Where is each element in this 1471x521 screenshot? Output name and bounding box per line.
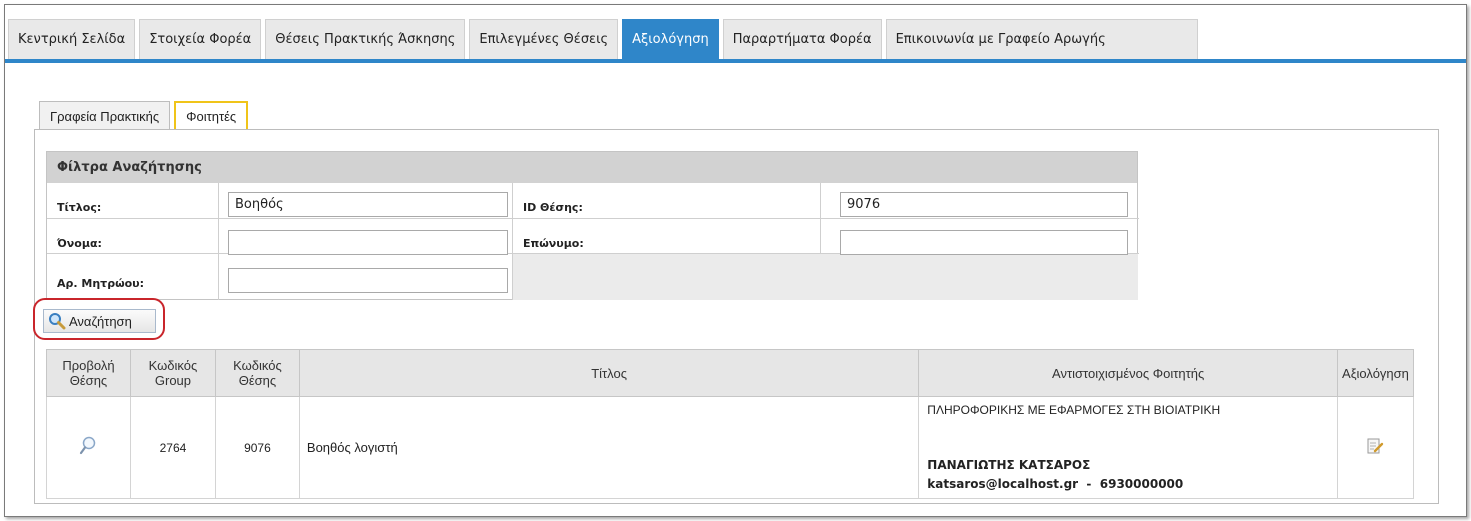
tab-organization-branches[interactable]: Παραρτήματα Φορέα: [722, 19, 882, 59]
registry-number-input[interactable]: [228, 268, 508, 293]
filter-empty-cell: [513, 254, 1138, 300]
tab-internship-positions[interactable]: Θέσεις Πρακτικής Άσκησης: [265, 19, 466, 59]
registry-number-label: Αρ. Μητρώου:: [57, 277, 145, 290]
evaluation-cell: [1336, 396, 1415, 499]
evaluate-form-icon[interactable]: [1366, 437, 1384, 455]
filter-row-divider: [47, 218, 1139, 219]
col-view-position: Προβολή Θέσης: [46, 349, 131, 397]
col-evaluation: Αξιολόγηση: [1336, 349, 1415, 397]
evaluation-subtabs: Γραφεία Πρακτικής Φοιτητές: [39, 101, 252, 131]
filter-col-divider: [820, 183, 821, 253]
magnifier-icon: [49, 313, 66, 330]
filter-col-divider: [218, 183, 219, 300]
table-row: 2764 9076 Βοηθός λογιστή ΠΛΗΡΟΦΟΡΙΚΗΣ ΜΕ…: [46, 396, 1415, 499]
search-button-label: Αναζήτηση: [69, 313, 132, 329]
subtab-students[interactable]: Φοιτητές: [174, 101, 249, 131]
col-group-code: Κωδικός Group: [129, 349, 216, 397]
student-name: ΠΑΝΑΓΙΩΤΗΣ ΚΑΤΣΑΡΟΣ: [927, 458, 1091, 472]
col-position-code: Κωδικός Θέσης: [214, 349, 300, 397]
position-id-input[interactable]: [840, 192, 1128, 217]
filters-header: Φίλτρα Αναζήτησης: [47, 152, 1137, 183]
main-nav: Κεντρική Σελίδα Στοιχεία Φορέα Θέσεις Πρ…: [8, 19, 1202, 59]
tab-home[interactable]: Κεντρική Σελίδα: [8, 19, 136, 59]
position-id-label: ID Θέσης:: [523, 201, 583, 214]
last-name-input[interactable]: [840, 230, 1128, 255]
view-position-cell: [46, 396, 131, 499]
group-code-cell: 2764: [129, 396, 216, 499]
subtab-internship-offices[interactable]: Γραφεία Πρακτικής: [39, 101, 171, 130]
first-name-input[interactable]: [228, 230, 508, 255]
tab-helpdesk-contact[interactable]: Επικοινωνία με Γραφείο Αρωγής: [885, 19, 1198, 59]
student-department: ΠΛΗΡΟΦΟΡΙΚΗΣ ΜΕ ΕΦΑΡΜΟΓΕΣ ΣΤΗ ΒΙΟΙΑΤΡΙΚΗ: [927, 403, 1221, 417]
position-code-cell: 9076: [214, 396, 300, 499]
title-label: Τίτλος:: [57, 201, 102, 214]
matched-student-cell: ΠΛΗΡΟΦΟΡΙΚΗΣ ΜΕ ΕΦΑΡΜΟΓΕΣ ΣΤΗ ΒΙΟΙΑΤΡΙΚΗ…: [918, 396, 1338, 499]
search-button[interactable]: Αναζήτηση: [43, 309, 156, 333]
title-input[interactable]: [228, 192, 508, 217]
search-filters: Φίλτρα Αναζήτησης Τίτλος: ID Θέσης: Όνομ…: [46, 151, 1139, 300]
first-name-label: Όνομα:: [57, 237, 102, 250]
table-header-row: Προβολή Θέσης Κωδικός Group Κωδικός Θέση…: [46, 349, 1415, 397]
last-name-label: Επώνυμο:: [523, 237, 584, 250]
tab-selected-positions[interactable]: Επιλεγμένες Θέσεις: [469, 19, 619, 59]
col-title: Τίτλος: [298, 349, 920, 397]
nav-underline: [5, 59, 1466, 63]
tab-evaluation[interactable]: Αξιολόγηση: [622, 19, 719, 59]
position-title-cell: Βοηθός λογιστή: [298, 396, 920, 499]
results-table: Προβολή Θέσης Κωδικός Group Κωδικός Θέση…: [46, 349, 1415, 499]
view-magnifier-icon[interactable]: [79, 436, 97, 456]
student-contact: katsaros@localhost.gr - 6930000000: [927, 477, 1184, 491]
tab-organization-details[interactable]: Στοιχεία Φορέα: [139, 19, 262, 59]
col-matched-student: Αντιστοιχισμένος Φοιτητής: [918, 349, 1338, 397]
